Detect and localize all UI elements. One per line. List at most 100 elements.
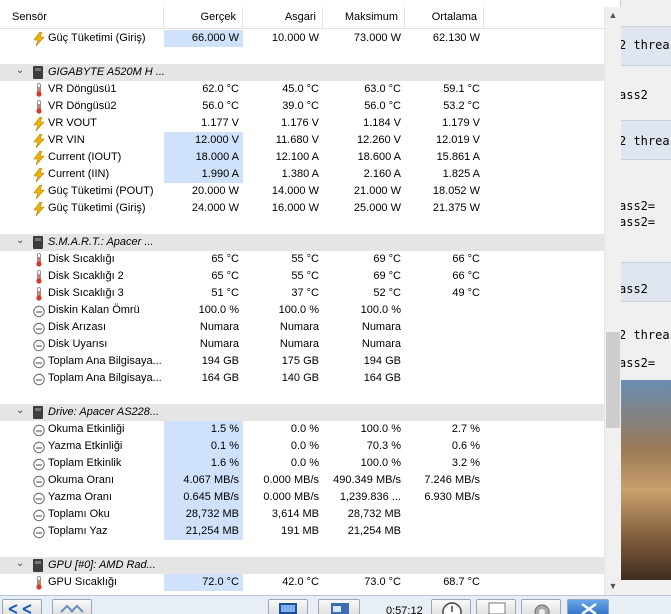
avg-value: 53.2 °C: [443, 100, 480, 112]
sensor-name: Güç Tüketimi (Giriş): [48, 32, 146, 44]
background-text: 2 threa: [621, 38, 670, 52]
thermometer-icon: [33, 270, 45, 284]
sensor-row[interactable]: Güç Tüketimi (POUT) 20.000 W 14.000 W 21.00…: [0, 183, 604, 200]
sensor-row[interactable]: Güç Tüketimi (Giriş) 66.000 W 10.000 W 73.0…: [0, 30, 604, 47]
elapsed-time: 0:57:12: [386, 605, 423, 614]
collapse-chevron-icon[interactable]: ⌄: [16, 558, 24, 569]
sensor-row[interactable]: VR VOUT 1.177 V 1.176 V 1.184 V 1.179 V: [0, 115, 604, 132]
max-value: 1.184 V: [363, 117, 401, 129]
sensor-name: Current (IOUT): [48, 151, 122, 163]
vertical-scrollbar[interactable]: ▲ ▼: [604, 7, 621, 595]
timer-button[interactable]: [431, 599, 471, 614]
sensor-group-name: GPU [#0]: AMD Rad...: [48, 559, 156, 571]
column-header-max[interactable]: Maksimum: [323, 7, 405, 28]
sensor-row[interactable]: Toplam Ana Bilgisaya... 164 GB 140 GB 164 G…: [0, 370, 604, 387]
column-header-sensor[interactable]: Sensör: [0, 7, 164, 28]
min-value: 3,614 MB: [271, 508, 319, 520]
report-button[interactable]: [318, 599, 360, 614]
sensor-row[interactable]: VR Döngüsü1 62.0 °C 45.0 °C 63.0 °C 59.1 °C: [0, 81, 604, 98]
sensor-row[interactable]: Current (IIN) 1.990 A 1.380 A 2.160 A 1.825 …: [0, 166, 604, 183]
sensor-row[interactable]: VR Döngüsü2 56.0 °C 39.0 °C 56.0 °C 53.2 °C: [0, 98, 604, 115]
sensor-group-row[interactable]: ⌄ Drive: Apacer AS228...: [0, 404, 604, 421]
column-header-avg[interactable]: Ortalama: [405, 7, 484, 28]
sensor-row[interactable]: Disk Arızası Numara Numara Numara: [0, 319, 604, 336]
current-value: 1.177 V: [201, 117, 239, 129]
close-sensors-button[interactable]: [567, 599, 609, 614]
current-value: 56.0 °C: [202, 100, 239, 112]
scroll-up-arrow-icon[interactable]: ▲: [605, 7, 621, 24]
sensor-group-row[interactable]: ⌄ GIGABYTE A520M H ...: [0, 64, 604, 81]
sensor-row[interactable]: Toplamı Oku 28,732 MB 3,614 MB 28,732 MB: [0, 506, 604, 523]
sensor-group-row[interactable]: ⌄ S.M.A.R.T.: Apacer ...: [0, 234, 604, 251]
sensor-row[interactable]: Güç Tüketimi (Giriş) 24.000 W 16.000 W 25.0…: [0, 200, 604, 217]
max-value: 73.0 °C: [364, 576, 401, 588]
min-value: 0.0 %: [290, 457, 319, 469]
sensor-name: Disk Arızası: [48, 321, 107, 333]
min-value: 1.380 A: [281, 168, 319, 180]
sensor-row[interactable]: Okuma Etkinliği 1.5 % 0.0 % 100.0 % 2.7 %: [0, 421, 604, 438]
sensor-row[interactable]: GPU Sıcaklığı 72.0 °C 42.0 °C 73.0 °C 68.7 °…: [0, 574, 604, 591]
sensor-row[interactable]: Yazma Oranı 0.645 MB/s 0.000 MB/s 1,239.836…: [0, 489, 604, 506]
bolt-icon: [33, 150, 45, 166]
scroll-thumb[interactable]: [606, 332, 620, 428]
min-value: 1.176 V: [281, 117, 319, 129]
max-value: 2.160 A: [363, 168, 401, 180]
sensor-row[interactable]: Toplamı Yaz 21,254 MB 191 MB 21,254 MB: [0, 523, 604, 540]
nav-arrows-button[interactable]: [2, 599, 42, 614]
sensor-row[interactable]: Toplam Ana Bilgisaya... 194 GB 175 GB 194 G…: [0, 353, 604, 370]
sensor-row[interactable]: Disk Sıcaklığı 3 51 °C 37 °C 52 °C 49 °C: [0, 285, 604, 302]
current-value: 12.000 V: [164, 132, 243, 149]
network-button[interactable]: [268, 599, 308, 614]
max-value: Numara: [361, 338, 401, 350]
scroll-down-arrow-icon[interactable]: ▼: [605, 578, 621, 595]
collapse-chevron-icon[interactable]: ⌄: [16, 235, 24, 246]
min-value: 0.0 %: [290, 440, 319, 452]
sensor-row[interactable]: Yazma Etkinliği 0.1 % 0.0 % 70.3 % 0.6 %: [0, 438, 604, 455]
avg-value: 12.019 V: [435, 134, 480, 146]
column-header-min[interactable]: Asgari: [243, 7, 323, 28]
min-value: 14.000 W: [271, 185, 319, 197]
column-header-current[interactable]: Gerçek: [164, 7, 243, 28]
collapse-chevron-icon[interactable]: ⌄: [16, 405, 24, 416]
layout-button[interactable]: [476, 599, 516, 614]
min-value: 39.0 °C: [282, 100, 319, 112]
collapse-chevron-icon[interactable]: ⌄: [16, 65, 24, 76]
min-value: 55 °C: [291, 253, 319, 265]
sensor-row[interactable]: Okuma Oranı 4.067 MB/s 0.000 MB/s 490.349 M…: [0, 472, 604, 489]
min-value: 10.000 W: [271, 32, 319, 44]
background-text: 2 threa: [621, 134, 670, 148]
sensor-row[interactable]: Disk Uyarısı Numara Numara Numara: [0, 336, 604, 353]
max-value: 100.0 %: [360, 423, 401, 435]
gauge-icon: [33, 491, 45, 505]
avg-value: [405, 302, 484, 319]
max-value: 12.260 V: [356, 134, 401, 146]
gauge-icon: [33, 338, 45, 352]
gauge-icon: [33, 372, 45, 386]
sensor-name: Toplam Ana Bilgisaya...: [48, 372, 162, 384]
avg-value: [405, 506, 484, 523]
max-value: 69 °C: [373, 253, 401, 265]
sensor-row[interactable]: Toplam Etkinlik 1.6 % 0.0 % 100.0 % 3.2 %: [0, 455, 604, 472]
current-value: 65 °C: [211, 270, 239, 282]
avg-value: [405, 319, 484, 336]
bolt-icon: [33, 31, 45, 47]
disk-icon: [33, 236, 43, 249]
sensor-row[interactable]: Current (IOUT) 18.000 A 12.100 A 18.600 A 15…: [0, 149, 604, 166]
sensor-row[interactable]: Diskin Kalan Ömrü 100.0 % 100.0 % 100.0 %: [0, 302, 604, 319]
column-header: Sensör Gerçek Asgari Maksimum Ortalama: [0, 7, 604, 29]
max-value: 25.000 W: [353, 202, 401, 214]
sensor-row[interactable]: Disk Sıcaklığı 65 °C 55 °C 69 °C 66 °C: [0, 251, 604, 268]
settings-button[interactable]: [521, 599, 561, 614]
sensor-row[interactable]: Disk Sıcaklığı 2 65 °C 55 °C 69 °C 66 °C: [0, 268, 604, 285]
sensor-name: Okuma Oranı: [48, 474, 115, 486]
sensor-row[interactable]: VR VIN 12.000 V 11.680 V 12.260 V 12.019 V: [0, 132, 604, 149]
background-windows: 2 threa ass2 2 threa ass2= ass2= ass2 2 …: [621, 0, 671, 614]
avg-value: 68.7 °C: [443, 576, 480, 588]
clock-icon: [442, 602, 462, 614]
gauge-icon: [33, 304, 45, 318]
expand-button[interactable]: [52, 599, 92, 614]
double-arrow-icon: [8, 604, 32, 614]
sensor-group-row[interactable]: ⌄ GPU [#0]: AMD Rad...: [0, 557, 604, 574]
avg-value: 2.7 %: [451, 423, 480, 435]
avg-value: 0.6 %: [451, 440, 480, 452]
